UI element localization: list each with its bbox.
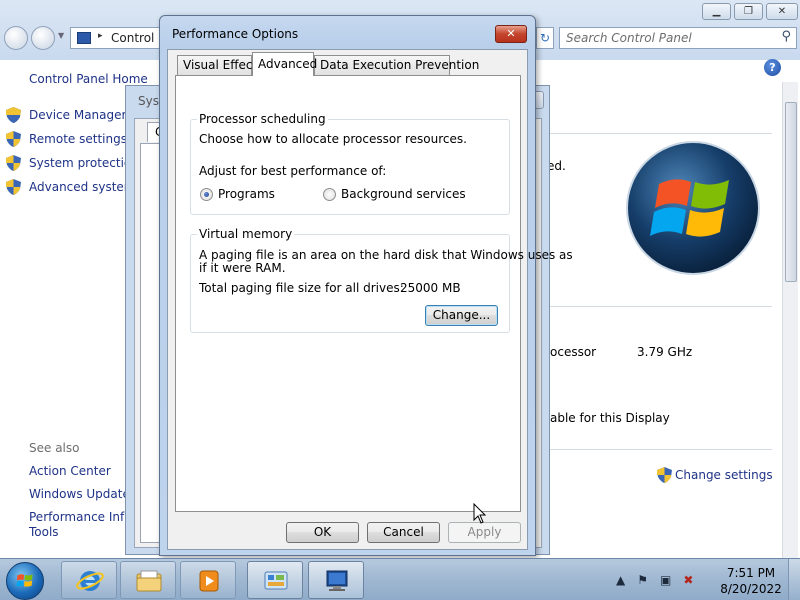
scrollbar-thumb[interactable] xyxy=(785,102,797,282)
sidebar: Control Panel Home Device Manager Remote… xyxy=(0,60,148,558)
virtual-memory-description-line2: if it were RAM. xyxy=(199,261,286,275)
radio-button[interactable] xyxy=(323,187,336,201)
sidebar-item-system-protection[interactable]: System protection xyxy=(6,154,139,172)
performance-info-link-line2[interactable]: Tools xyxy=(29,525,59,539)
apply-button[interactable]: Apply xyxy=(448,522,521,543)
shield-icon xyxy=(657,467,672,483)
taskbar-control-panel[interactable] xyxy=(247,561,303,599)
dialog-client-area: Visual Effects Advanced Data Execution P… xyxy=(167,49,573,550)
show-hidden-icons-icon[interactable]: ▲ xyxy=(616,573,625,587)
processor-speed: 3.79 GHz xyxy=(637,345,693,359)
shield-icon xyxy=(6,155,21,171)
dialog-close-button[interactable]: ✕ xyxy=(495,25,527,43)
search-placeholder: Search Control Panel xyxy=(566,31,692,45)
see-also-heading: See also xyxy=(29,441,80,455)
internet-explorer-icon xyxy=(76,571,104,591)
sidebar-item-label: Advanced system xyxy=(29,180,136,194)
group-title: Processor scheduling xyxy=(197,112,328,126)
sidebar-item-advanced-system[interactable]: Advanced system xyxy=(6,178,135,196)
adjust-for-label: Adjust for best performance of: xyxy=(199,164,387,178)
total-paging-file-label: Total paging file size for all drives: xyxy=(199,281,404,295)
forward-button[interactable] xyxy=(31,26,55,50)
notification-area: ▲ ⚑ ▣ ✖ xyxy=(616,559,705,600)
ok-button[interactable]: OK xyxy=(286,522,359,543)
control-panel-icon xyxy=(264,571,288,590)
sidebar-item-label: Device Manager xyxy=(29,108,127,122)
taskbar: ▲ ⚑ ▣ ✖ 7:51 PM 8/20/2022 xyxy=(0,558,800,600)
change-virtual-memory-button[interactable]: Change... xyxy=(425,305,498,326)
performance-options-dialog: Performance Options ✕ Visual Effects Adv… xyxy=(159,15,573,556)
cancel-button[interactable]: Cancel xyxy=(367,522,440,543)
radio-button-checked[interactable] xyxy=(200,187,213,201)
windows-logo-icon xyxy=(626,141,760,275)
search-input[interactable]: Search Control Panel ⚲ xyxy=(559,27,797,49)
pen-touch-text-fragment: able for this Display xyxy=(550,411,670,425)
computer-icon xyxy=(326,570,348,591)
shield-icon xyxy=(6,179,21,195)
total-paging-file-value: 25000 MB xyxy=(400,281,461,295)
change-settings-label: Change settings xyxy=(675,468,773,482)
radio-label: Background services xyxy=(341,187,466,201)
taskbar-internet-explorer[interactable] xyxy=(61,561,117,599)
mouse-cursor-icon xyxy=(473,503,487,524)
control-panel-icon xyxy=(77,32,91,44)
divider xyxy=(542,449,772,450)
sidebar-item-label: Remote settings xyxy=(29,132,127,146)
taskbar-media-player[interactable] xyxy=(180,561,236,599)
taskbar-windows-explorer[interactable] xyxy=(120,561,176,599)
sidebar-item-label: System protection xyxy=(29,156,139,170)
background-services-radio-option[interactable]: Background services xyxy=(323,187,466,201)
group-title: Virtual memory xyxy=(197,227,295,241)
divider xyxy=(542,133,772,134)
windows-update-link[interactable]: Windows Update xyxy=(29,487,130,501)
shield-icon xyxy=(6,107,21,123)
radio-label: Programs xyxy=(218,187,275,201)
action-center-link[interactable]: Action Center xyxy=(29,464,111,478)
address-bar[interactable]: ▸ Control P xyxy=(70,27,160,49)
help-icon[interactable]: ? xyxy=(764,59,781,76)
advanced-tab-panel: Processor scheduling Choose how to alloc… xyxy=(175,75,573,512)
virtual-memory-group: Virtual memory A paging file is an area … xyxy=(190,227,573,333)
start-button[interactable] xyxy=(6,562,44,600)
address-text: Control P xyxy=(111,31,160,45)
dialog-title: Performance Options xyxy=(172,27,299,41)
sidebar-item-device-manager[interactable]: Device Manager xyxy=(6,106,126,124)
system-clock[interactable]: 7:51 PM 8/20/2022 xyxy=(718,565,784,597)
action-center-flag-icon[interactable]: ⚑ xyxy=(637,573,648,587)
divider xyxy=(542,306,772,307)
processor-scheduling-description: Choose how to allocate processor resourc… xyxy=(199,132,467,146)
clock-time: 7:51 PM xyxy=(726,566,776,580)
shield-icon xyxy=(6,131,21,147)
vertical-scrollbar[interactable] xyxy=(782,82,798,558)
refresh-icon[interactable]: ↻ xyxy=(536,27,554,49)
close-button[interactable]: ✕ xyxy=(766,3,798,20)
control-panel-home-link[interactable]: Control Panel Home xyxy=(29,72,148,86)
back-button[interactable] xyxy=(4,26,28,50)
windows-flag-icon xyxy=(16,574,33,587)
volume-muted-icon[interactable]: ✖ xyxy=(683,573,693,587)
taskbar-system-properties[interactable] xyxy=(308,561,364,599)
tab-advanced[interactable]: Advanced xyxy=(252,52,317,76)
processor-label-fragment: ocessor xyxy=(550,345,597,359)
network-icon[interactable]: ▣ xyxy=(660,573,671,587)
performance-info-link[interactable]: Performance Infor xyxy=(29,510,137,524)
sidebar-item-remote-settings[interactable]: Remote settings xyxy=(6,130,127,148)
maximize-button[interactable]: ❐ xyxy=(734,3,763,20)
breadcrumb-arrow-icon[interactable]: ▸ xyxy=(98,31,103,41)
search-icon[interactable]: ⚲ xyxy=(781,29,791,44)
programs-radio-option[interactable]: Programs xyxy=(200,187,275,201)
tab-data-execution-prevention[interactable]: Data Execution Prevention xyxy=(314,55,479,75)
folder-icon xyxy=(136,570,162,592)
recent-pages-chevron-icon[interactable]: ▼ xyxy=(58,31,64,40)
processor-scheduling-group: Processor scheduling Choose how to alloc… xyxy=(190,112,510,215)
change-settings-link[interactable]: Change settings xyxy=(657,467,773,483)
show-desktop-button[interactable] xyxy=(788,559,800,600)
media-player-icon xyxy=(199,570,219,592)
clock-date: 8/20/2022 xyxy=(720,582,782,596)
tab-visual-effects[interactable]: Visual Effects xyxy=(177,55,263,75)
minimize-button[interactable]: ▁ xyxy=(702,3,731,20)
